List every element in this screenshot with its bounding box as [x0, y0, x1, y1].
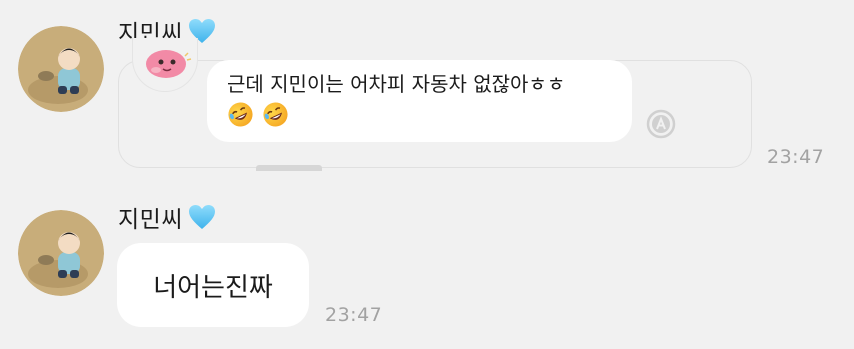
message-text: 너어는진짜: [153, 272, 273, 303]
message-time: 23:47: [325, 304, 383, 326]
sender-name-row: 지민씨: [118, 200, 217, 234]
divider: [256, 165, 322, 171]
sender-name: 지민씨: [118, 207, 183, 233]
emoji-row: [227, 101, 612, 128]
message-time: 23:47: [767, 146, 825, 168]
message-text: 근데 지민이는 어차피 자동차 없잖아ㅎㅎ: [227, 72, 566, 96]
blue-heart-icon: [188, 205, 215, 229]
profile-avatar[interactable]: [18, 26, 104, 112]
profile-avatar[interactable]: [18, 210, 104, 296]
message-bubble[interactable]: 근데 지민이는 어차피 자동차 없잖아ㅎㅎ: [207, 60, 632, 142]
reaction-icon[interactable]: [645, 108, 677, 140]
chat-screen: 지민씨 근데 지민이는 어차피 자동차 없잖아ㅎㅎ 23:47 지민씨 너어는진…: [0, 0, 854, 349]
rolling-on-floor-laughing-emoji: [228, 102, 253, 127]
rolling-on-floor-laughing-emoji: [263, 102, 288, 127]
message-bubble[interactable]: 너어는진짜: [117, 243, 309, 327]
